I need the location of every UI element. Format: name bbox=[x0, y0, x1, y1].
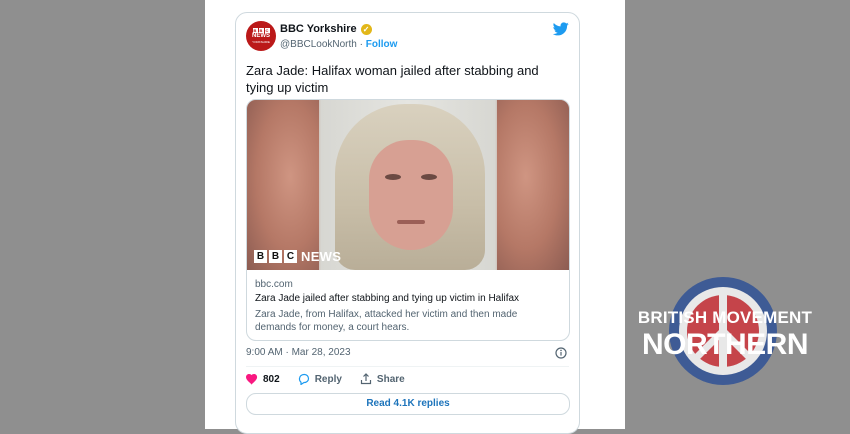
link-meta: bbc.com Zara Jade jailed after stabbing … bbox=[247, 270, 569, 334]
handle-row: @BBCLookNorth · Follow bbox=[280, 39, 397, 50]
like-button[interactable]: 802 bbox=[246, 373, 280, 385]
verified-badge-icon: ✓ bbox=[360, 23, 372, 35]
reply-label: Reply bbox=[314, 373, 342, 385]
tweet-text: Zara Jade: Halifax woman jailed after st… bbox=[246, 63, 539, 95]
heart-icon bbox=[246, 373, 258, 385]
reply-button[interactable]: Reply bbox=[298, 373, 342, 385]
tweet-divider bbox=[246, 366, 569, 367]
info-icon[interactable] bbox=[555, 347, 567, 359]
logo-block-b2: B bbox=[269, 250, 282, 263]
photo-eye-right bbox=[421, 174, 437, 180]
account-name[interactable]: BBC Yorkshire bbox=[280, 23, 357, 35]
handle-separator: · bbox=[356, 39, 366, 50]
tweet-timestamp[interactable]: 9:00 AM · Mar 28, 2023 bbox=[246, 347, 351, 358]
watermark: BRITISH MOVEMENT NORTHERN bbox=[630, 272, 820, 392]
follow-button[interactable]: Follow bbox=[366, 39, 398, 50]
share-label: Share bbox=[376, 373, 405, 385]
account-handle[interactable]: @BBCLookNorth bbox=[280, 39, 357, 50]
logo-news-text: NEWS bbox=[301, 249, 342, 264]
tweet-card: B B C NEWS YORKSHIRE BBC Yorkshire ✓ @BB… bbox=[235, 12, 580, 434]
photo-subject-face bbox=[369, 140, 453, 250]
bbc-news-logo: B B C NEWS bbox=[254, 249, 341, 264]
read-replies-button[interactable]: Read 4.1K replies bbox=[246, 393, 570, 415]
twitter-bird-icon[interactable] bbox=[553, 22, 569, 36]
photo-blur-left bbox=[247, 100, 319, 270]
link-domain: bbc.com bbox=[255, 279, 293, 290]
article-photo[interactable]: B B C NEWS bbox=[247, 100, 569, 270]
photo-eye-left bbox=[385, 174, 401, 180]
watermark-line-1: BRITISH MOVEMENT bbox=[637, 308, 813, 327]
photo-mouth bbox=[397, 220, 425, 224]
link-headline[interactable]: Zara Jade jailed after stabbing and tyin… bbox=[255, 292, 561, 306]
avatar-region-text: YORKSHIRE bbox=[252, 40, 270, 44]
photo-blur-right bbox=[497, 100, 569, 270]
tweet-actions: 802 Reply Share bbox=[246, 373, 423, 385]
logo-block-c: C bbox=[284, 250, 297, 263]
link-preview-card[interactable]: B B C NEWS bbc.com Zara Jade jailed afte… bbox=[246, 99, 570, 341]
like-count: 802 bbox=[263, 373, 280, 385]
share-button[interactable]: Share bbox=[360, 373, 405, 385]
embedded-tweet-page: B B C NEWS YORKSHIRE BBC Yorkshire ✓ @BB… bbox=[205, 0, 625, 434]
link-description: Zara Jade, from Halifax, attacked her vi… bbox=[255, 309, 518, 333]
logo-block-b1: B bbox=[254, 250, 267, 263]
account-name-row: BBC Yorkshire ✓ bbox=[280, 23, 372, 35]
avatar-news-text: NEWS bbox=[252, 33, 270, 39]
watermark-line-2: NORTHERN bbox=[642, 328, 809, 361]
bbc-avatar-icon[interactable]: B B C NEWS YORKSHIRE bbox=[246, 21, 276, 51]
reply-icon bbox=[298, 373, 309, 385]
share-icon bbox=[360, 373, 372, 385]
